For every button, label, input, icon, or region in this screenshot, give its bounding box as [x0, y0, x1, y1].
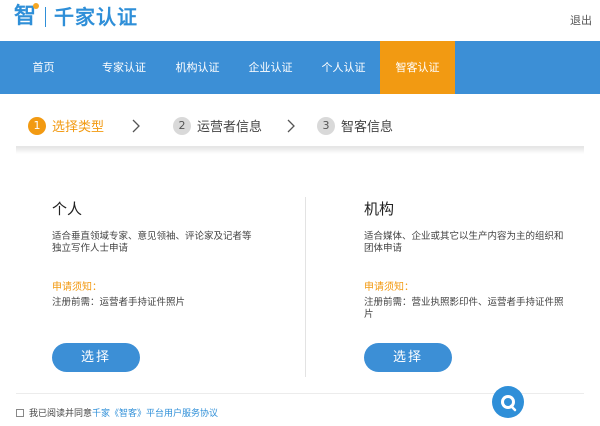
nav-item-expert[interactable]: 专家认证	[87, 41, 161, 94]
nav-item-home[interactable]: 首页	[0, 41, 87, 94]
step-number: 1	[28, 116, 46, 135]
step-2: 2 运营者信息	[173, 116, 262, 135]
agreement-text: 我已阅读并同意	[29, 409, 93, 419]
steps-divider	[16, 146, 584, 154]
step-1: 1 选择类型	[28, 116, 104, 135]
nav-item-zhike[interactable]: 智客认证	[380, 41, 455, 94]
step-number: 3	[317, 116, 335, 135]
agree-checkbox[interactable]	[16, 408, 24, 417]
step-3: 3 智客信息	[317, 116, 393, 135]
logout-link[interactable]: 退出	[570, 12, 592, 28]
chat-bubble-icon	[501, 395, 517, 412]
logo[interactable]: 智 千家认证	[14, 3, 139, 30]
nav-item-personal[interactable]: 个人认证	[307, 41, 380, 94]
chevron-right-icon	[132, 119, 140, 133]
card-description: 适合媒体、企业或其它以生产内容为主的组织和团体申请	[364, 231, 564, 254]
main-nav: 首页 专家认证 机构认证 企业认证 个人认证 智客认证	[0, 41, 600, 94]
card-note: 注册前需：营业执照影印件、运营者手持证件照片	[364, 297, 564, 320]
chevron-right-icon	[287, 119, 295, 133]
chat-float-button[interactable]	[492, 386, 524, 418]
step-label: 运营者信息	[197, 120, 263, 135]
step-indicator: 1 选择类型 2 运营者信息 3 智客信息	[0, 94, 600, 154]
logo-mark: 智	[14, 3, 40, 30]
step-label: 选择类型	[52, 120, 105, 135]
card-title: 机构	[364, 200, 395, 218]
nav-item-institution[interactable]: 机构认证	[161, 41, 234, 94]
step-label: 智客信息	[341, 120, 394, 135]
nav-item-enterprise[interactable]: 企业认证	[234, 41, 307, 94]
select-organization-button[interactable]: 选择	[364, 343, 452, 372]
card-note-title: 申请须知：	[364, 282, 414, 293]
card-description: 适合垂直领域专家、意见领袖、评论家及记者等独立写作人士申请	[52, 231, 252, 254]
step-number: 2	[173, 116, 191, 135]
logo-divider	[45, 7, 47, 27]
card-note: 注册前需：运营者手持证件照片	[52, 297, 186, 308]
select-personal-button[interactable]: 选择	[52, 343, 140, 372]
card-title: 个人	[52, 200, 83, 218]
logo-text: 千家认证	[54, 5, 139, 29]
agreement: 我已阅读并同意 千家《智客》平台用户服务协议	[16, 406, 218, 419]
card-divider	[305, 197, 306, 377]
logo-dot-icon	[33, 3, 40, 9]
agreement-link[interactable]: 千家《智客》平台用户服务协议	[92, 406, 218, 419]
header: 智 千家认证 退出	[0, 0, 600, 41]
card-note-title: 申请须知：	[52, 282, 102, 293]
